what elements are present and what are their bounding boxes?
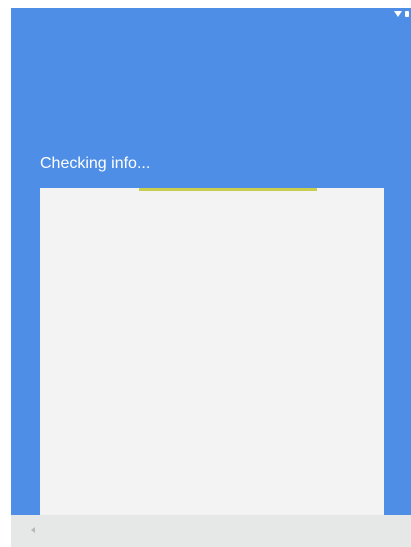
setup-screen: Checking info... <box>11 8 411 547</box>
back-icon[interactable] <box>31 527 35 533</box>
page-title: Checking info... <box>40 155 151 172</box>
status-bar <box>381 8 411 24</box>
battery-icon <box>405 11 409 17</box>
content-card <box>40 188 384 523</box>
screen: Checking info... <box>0 0 411 547</box>
wifi-icon <box>394 11 402 17</box>
navigation-bar <box>11 515 411 547</box>
progress-indicator <box>139 188 317 191</box>
progress-bar <box>40 188 384 191</box>
